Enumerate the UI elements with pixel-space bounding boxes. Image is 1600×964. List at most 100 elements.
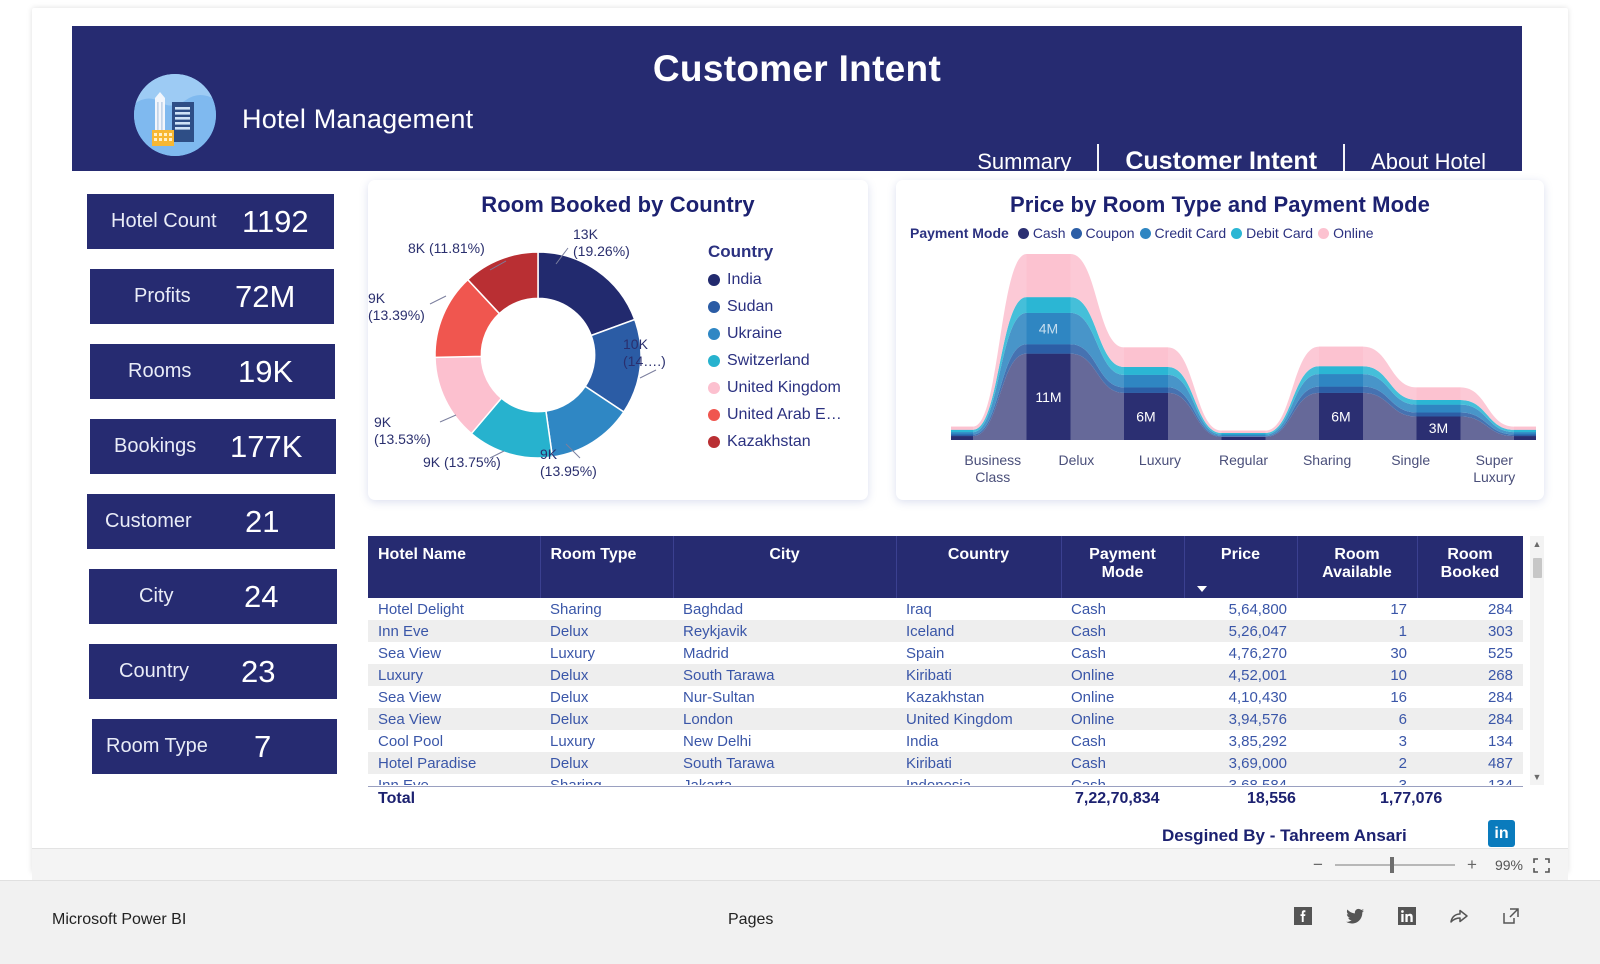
donut-legend-item[interactable]: United Kingdom	[708, 379, 868, 397]
legend-color-swatch	[708, 436, 720, 448]
stream-plateau-block[interactable]	[951, 432, 973, 434]
donut-legend-item[interactable]: Ukraine	[708, 325, 868, 343]
cell-payment-mode: Online	[1061, 708, 1184, 730]
stream-plateau-block[interactable]	[1319, 387, 1363, 393]
stream-plateau-block[interactable]	[1027, 344, 1071, 353]
facebook-icon[interactable]	[1292, 905, 1314, 927]
kpi-card-bookings[interactable]: Bookings 177K	[90, 419, 336, 474]
open-in-new-icon[interactable]	[1500, 905, 1522, 927]
stream-plateau-block[interactable]	[1319, 347, 1363, 367]
col-header-payment-mode[interactable]: Payment Mode	[1061, 536, 1184, 598]
stream-plateau-block[interactable]	[1417, 387, 1461, 400]
col-header-room-type[interactable]: Room Type	[540, 536, 673, 598]
zoom-in-button[interactable]: +	[1465, 855, 1479, 875]
col-header-room-available[interactable]: Room Available	[1297, 536, 1417, 598]
table-row[interactable]: Sea ViewDeluxLondonUnited KingdomOnline3…	[368, 708, 1523, 730]
stream-plateau-block[interactable]	[1514, 436, 1536, 440]
cell-room-available: 30	[1297, 642, 1417, 664]
stream-plateau-block[interactable]	[1417, 413, 1461, 417]
nav-item-summary[interactable]: Summary	[951, 149, 1097, 175]
table-row[interactable]: LuxuryDeluxSouth TarawaKiribatiOnline4,5…	[368, 664, 1523, 686]
donut-slice-label: 13K(19.26%)	[573, 226, 630, 259]
zoom-slider-thumb[interactable]	[1390, 857, 1394, 873]
donut-chart-title: Room Booked by Country	[368, 192, 868, 218]
table-row[interactable]: Inn EveSharingJakartaIndonesiaCash3,68,5…	[368, 774, 1523, 785]
zoom-slider[interactable]	[1335, 864, 1455, 866]
stream-plateau-block[interactable]	[1124, 387, 1168, 392]
table-vertical-scrollbar[interactable]: ▲ ▼	[1530, 536, 1544, 785]
payment-mode-legend-item[interactable]: Credit Card	[1140, 225, 1227, 241]
donut-legend-item[interactable]: India	[708, 271, 868, 289]
footer-pages-button[interactable]: Pages	[728, 911, 773, 929]
col-header-room-booked[interactable]: Room Booked	[1417, 536, 1523, 598]
stream-plateau-block[interactable]	[1319, 374, 1363, 387]
twitter-icon[interactable]	[1344, 905, 1366, 927]
stream-plateau-block[interactable]	[1514, 432, 1536, 434]
table-row[interactable]: Hotel ParadiseDeluxSouth TarawaKiribatiC…	[368, 752, 1523, 774]
stream-plateau-block[interactable]	[1417, 400, 1461, 405]
details-table[interactable]: Hotel Name Room Type City Country Paymen…	[368, 536, 1544, 811]
stream-plateau-block[interactable]	[1027, 297, 1071, 313]
donut-legend-item[interactable]: Switzerland	[708, 352, 868, 370]
col-header-price[interactable]: Price	[1184, 536, 1297, 598]
kpi-card-hotel-count[interactable]: Hotel Count 1192	[87, 194, 334, 249]
cell-room-available: 3	[1297, 774, 1417, 785]
stream-plateau-block[interactable]	[1222, 435, 1266, 437]
donut-slice[interactable]	[538, 252, 635, 335]
table-row[interactable]: Sea ViewDeluxNur-SultanKazakhstanOnline4…	[368, 686, 1523, 708]
col-header-hotel-name[interactable]: Hotel Name	[368, 536, 540, 598]
donut-legend-item[interactable]: Sudan	[708, 298, 868, 316]
kpi-card-room-type[interactable]: Room Type 7	[92, 719, 337, 774]
scrollbar-thumb[interactable]	[1533, 558, 1542, 578]
stream-plateau-block[interactable]	[951, 427, 973, 430]
stream-plateau-block[interactable]	[1222, 433, 1266, 435]
col-header-country[interactable]: Country	[896, 536, 1061, 598]
price-by-room-type-chart[interactable]: Price by Room Type and Payment Mode Paym…	[896, 180, 1544, 500]
kpi-card-rooms[interactable]: Rooms 19K	[90, 344, 335, 399]
sort-descending-icon[interactable]	[1197, 586, 1207, 592]
payment-mode-legend-item[interactable]: Coupon	[1071, 225, 1135, 241]
col-header-city[interactable]: City	[673, 536, 896, 598]
room-booked-by-country-chart[interactable]: Room Booked by Country 13K(19.26%)10K(14…	[368, 180, 868, 500]
donut-legend-item[interactable]: United Arab E…	[708, 406, 868, 424]
stream-plateau-block[interactable]	[1222, 431, 1266, 433]
scroll-up-icon[interactable]: ▲	[1532, 539, 1542, 549]
linkedin-icon[interactable]	[1396, 905, 1418, 927]
kpi-card-city[interactable]: City 24	[89, 569, 337, 624]
stream-plateau-block[interactable]	[1124, 367, 1168, 375]
kpi-card-profits[interactable]: Profits 72M	[90, 269, 334, 324]
stream-plateau-block[interactable]	[1514, 427, 1536, 430]
stream-plateau-block[interactable]	[1124, 347, 1168, 367]
kpi-label: Bookings	[114, 435, 196, 458]
cell-payment-mode: Cash	[1061, 752, 1184, 774]
nav-item-customer-intent[interactable]: Customer Intent	[1099, 147, 1343, 176]
stream-plateau-block[interactable]	[1417, 405, 1461, 413]
payment-mode-legend-item[interactable]: Debit Card	[1231, 225, 1313, 241]
fit-to-page-icon[interactable]	[1533, 858, 1550, 873]
stream-plateau-block[interactable]	[951, 435, 973, 437]
stream-plateau-block[interactable]	[1027, 254, 1071, 297]
stream-plateau-block[interactable]	[1319, 366, 1363, 374]
stream-plateau-block[interactable]	[1514, 435, 1536, 437]
donut-legend-item[interactable]: Kazakhstan	[708, 433, 868, 451]
table-row[interactable]: Sea ViewLuxuryMadridSpainCash4,76,270305…	[368, 642, 1523, 664]
table-row[interactable]: Hotel DelightSharingBaghdadIraqCash5,64,…	[368, 598, 1523, 620]
zoom-out-button[interactable]: −	[1311, 855, 1325, 875]
scroll-down-icon[interactable]: ▼	[1532, 772, 1542, 782]
payment-mode-legend-item[interactable]: Cash	[1018, 225, 1066, 241]
payment-mode-legend-item[interactable]: Online	[1318, 225, 1373, 241]
linkedin-icon[interactable]: in	[1488, 820, 1515, 847]
table-row[interactable]: Inn EveDeluxReykjavikIcelandCash5,26,047…	[368, 620, 1523, 642]
stream-plateau-block[interactable]	[1514, 430, 1536, 432]
nav-item-about-hotel[interactable]: About Hotel	[1345, 149, 1512, 175]
stream-data-label: 6M	[1331, 408, 1350, 424]
stream-plateau-block[interactable]	[951, 436, 973, 440]
kpi-card-customer[interactable]: Customer 21	[87, 494, 335, 549]
stream-plateau-block[interactable]	[1222, 437, 1266, 440]
table-row[interactable]: Cool PoolLuxuryNew DelhiIndiaCash3,85,29…	[368, 730, 1523, 752]
kpi-card-country[interactable]: Country 23	[89, 644, 337, 699]
share-icon[interactable]	[1448, 905, 1470, 927]
stream-plateau-block[interactable]	[951, 430, 973, 432]
stream-plateau-block[interactable]	[1124, 375, 1168, 388]
cell-city: Nur-Sultan	[673, 686, 896, 708]
